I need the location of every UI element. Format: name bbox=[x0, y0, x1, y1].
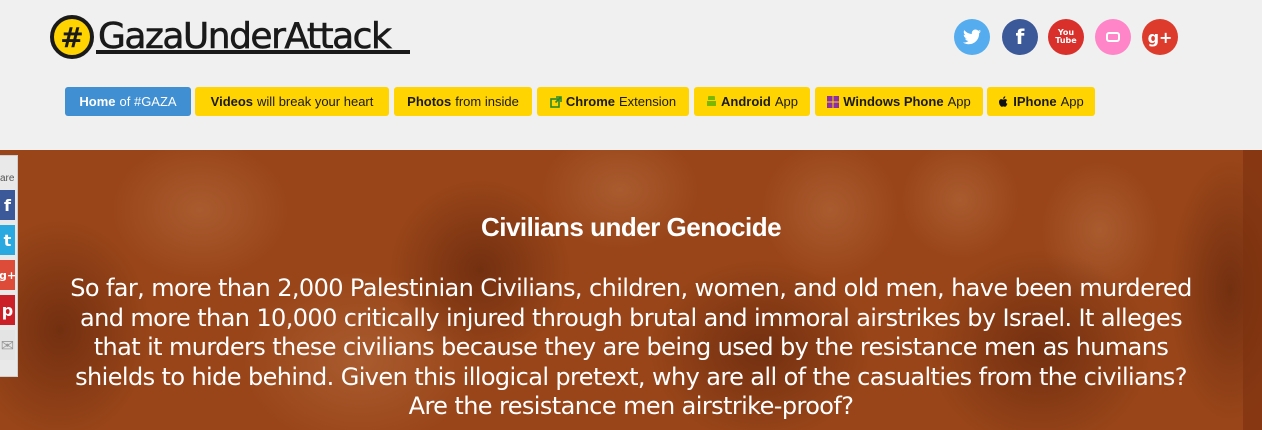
share-facebook-glyph: f bbox=[4, 195, 11, 215]
site-logo[interactable]: # GazaUnderAttack bbox=[50, 12, 392, 62]
share-twitter-icon[interactable]: t bbox=[0, 225, 15, 255]
nav-iphone-rest: App bbox=[1060, 94, 1084, 109]
nav-photos-rest: from inside bbox=[455, 94, 519, 109]
facebook-glyph: f bbox=[1015, 25, 1025, 49]
floating-share-panel: are f t g+ p ✉ bbox=[0, 155, 18, 377]
google-plus-icon[interactable]: g+ bbox=[1142, 19, 1178, 55]
nav-home[interactable]: Home of #GAZA bbox=[65, 87, 191, 116]
youtube-glyph: You Tube bbox=[1055, 28, 1077, 45]
nav-android-bold: Android bbox=[721, 94, 771, 109]
nav-iphone-bold: IPhone bbox=[1013, 94, 1057, 109]
external-link-icon bbox=[550, 95, 562, 108]
facebook-icon[interactable]: f bbox=[1002, 19, 1038, 55]
twitter-bird-glyph bbox=[963, 29, 981, 45]
share-google-plus-glyph: g+ bbox=[0, 268, 15, 282]
hero-title: Civilians under Genocide bbox=[480, 212, 782, 242]
nav-android-app[interactable]: Android App bbox=[694, 87, 810, 116]
nav-windows-bold: Windows Phone bbox=[843, 94, 944, 109]
nav-chrome-rest: Extension bbox=[619, 94, 677, 109]
nav-photos[interactable]: Photos from inside bbox=[394, 87, 532, 116]
logo-underline bbox=[96, 50, 410, 54]
google-plus-glyph: g+ bbox=[1147, 27, 1173, 47]
apple-icon bbox=[999, 95, 1008, 107]
share-twitter-glyph: t bbox=[3, 230, 12, 250]
nav-home-bold: Home bbox=[79, 94, 116, 109]
nav-videos-rest: will break your heart bbox=[257, 94, 374, 109]
twitter-icon[interactable] bbox=[954, 19, 990, 55]
site-header: # GazaUnderAttack f You Tube g+ Home of #… bbox=[0, 0, 1262, 150]
nav-chrome-extension[interactable]: Chrome Extension bbox=[537, 87, 689, 116]
share-pinterest-icon[interactable]: p bbox=[0, 295, 15, 325]
share-email-glyph: ✉ bbox=[0, 335, 15, 355]
share-pinterest-glyph: p bbox=[1, 300, 14, 320]
share-google-plus-icon[interactable]: g+ bbox=[0, 260, 15, 290]
nav-iphone-app[interactable]: IPhone App bbox=[987, 87, 1095, 116]
share-email-icon[interactable]: ✉ bbox=[0, 330, 15, 360]
nav-windows-phone-app[interactable]: Windows Phone App bbox=[815, 87, 983, 116]
youtube-icon[interactable]: You Tube bbox=[1048, 19, 1084, 55]
nav-android-rest: App bbox=[774, 94, 798, 109]
hero-banner: Civilians under Genocide So far, more th… bbox=[0, 150, 1262, 430]
flickr-icon[interactable] bbox=[1095, 19, 1131, 55]
android-icon bbox=[707, 95, 717, 106]
hero-body-text: So far, more than 2,000 Palestinian Civi… bbox=[70, 274, 1192, 420]
share-label: are bbox=[0, 173, 15, 184]
nav-chrome-bold: Chrome bbox=[565, 94, 616, 109]
logo-hash-badge: # bbox=[50, 15, 94, 59]
nav-videos[interactable]: Videos will break your heart bbox=[195, 87, 389, 116]
nav-photos-bold: Photos bbox=[407, 94, 452, 109]
nav-windows-rest: App bbox=[947, 94, 971, 109]
share-facebook-icon[interactable]: f bbox=[0, 190, 15, 220]
nav-home-rest: of #GAZA bbox=[119, 94, 177, 109]
nav-videos-bold: Videos bbox=[210, 94, 254, 109]
flickr-glyph bbox=[1106, 32, 1120, 42]
windows-icon bbox=[827, 95, 840, 108]
